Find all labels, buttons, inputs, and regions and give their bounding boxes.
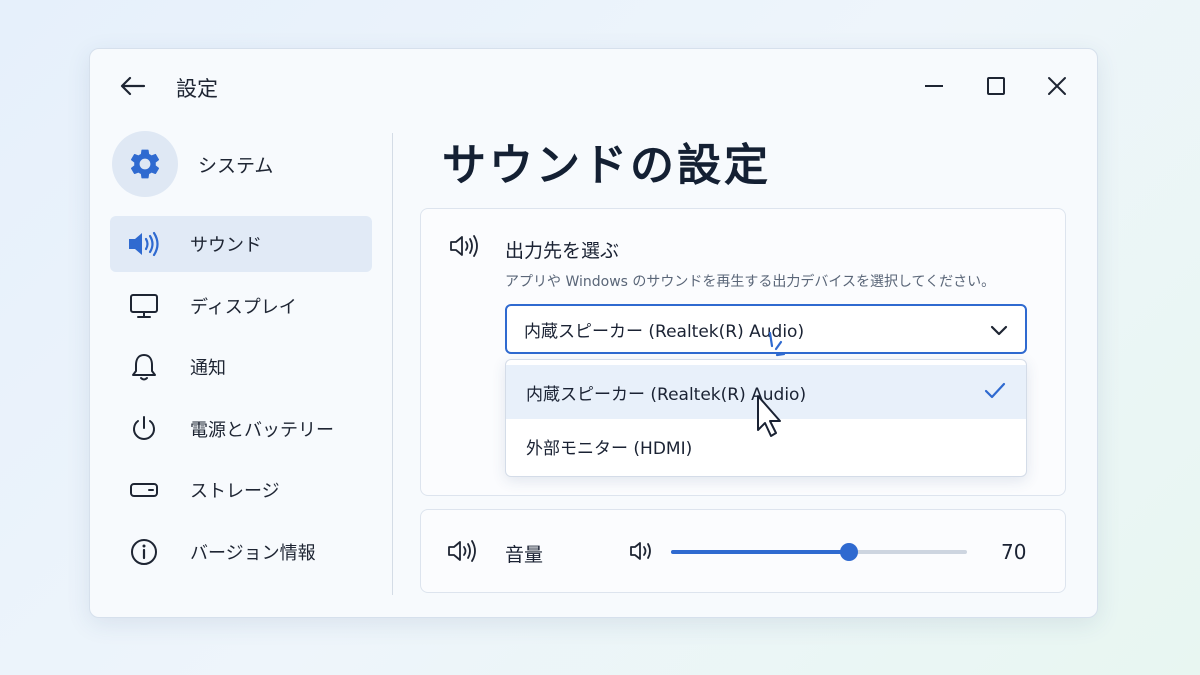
volume-label: 音量 xyxy=(505,544,544,566)
output-description: アプリや Windows のサウンドを再生する出力デバイスを選択してください。 xyxy=(505,274,996,290)
sidebar-item-label: 電源とバッテリー xyxy=(190,419,334,441)
chevron-down-icon xyxy=(990,325,1008,336)
maximize-button[interactable] xyxy=(979,69,1013,103)
gear-icon xyxy=(130,149,160,179)
sidebar-item-label: バージョン情報 xyxy=(190,542,316,564)
speaker-outline-icon xyxy=(450,235,478,257)
back-button[interactable] xyxy=(118,71,148,101)
sidebar-item-power[interactable]: 電源とバッテリー xyxy=(110,401,372,457)
storage-icon xyxy=(130,483,158,498)
sidebar-item-sound[interactable]: サウンド xyxy=(110,216,372,272)
sidebar-item-about[interactable]: バージョン情報 xyxy=(110,524,372,580)
sidebar-nav: サウンド ディスプレイ 通知 電源とバッテリー ストレージ バージョン情報 xyxy=(110,216,372,586)
volume-slider-fill xyxy=(671,550,849,554)
close-button[interactable] xyxy=(1040,69,1074,103)
volume-value: 70 xyxy=(1001,540,1027,564)
window-title: 設定 xyxy=(176,77,218,101)
sidebar-item-label: ディスプレイ xyxy=(190,296,297,318)
close-icon xyxy=(1048,77,1066,95)
output-device-card: 出力先を選ぶ アプリや Windows のサウンドを再生する出力デバイスを選択し… xyxy=(420,208,1066,496)
minimize-icon xyxy=(925,85,943,87)
sidebar-item-label: 通知 xyxy=(190,358,226,380)
checkmark-icon xyxy=(984,382,1006,399)
option-label: 外部モニター (HDMI) xyxy=(526,438,693,459)
volume-slider-thumb[interactable] xyxy=(839,543,858,561)
output-title: 出力先を選ぶ xyxy=(505,240,620,262)
sidebar-item-label: サウンド xyxy=(190,235,262,256)
volume-slider[interactable] xyxy=(671,543,967,561)
arrow-left-icon xyxy=(120,76,146,96)
profile-header: システム xyxy=(112,131,273,197)
profile-label: システム xyxy=(198,154,274,177)
speaker-outline-icon xyxy=(448,540,476,562)
speaker-icon xyxy=(129,231,159,257)
monitor-icon xyxy=(130,293,158,318)
minimize-button[interactable] xyxy=(917,69,951,103)
sidebar-item-display[interactable]: ディスプレイ xyxy=(110,278,372,334)
volume-low-icon xyxy=(630,542,651,560)
sidebar-item-storage[interactable]: ストレージ xyxy=(110,462,372,518)
info-icon xyxy=(131,538,157,565)
settings-window: 設定 システム サウンド ディスプレイ 通知 電源とバッテリー ストレージ バー… xyxy=(89,48,1098,618)
bell-icon xyxy=(132,354,156,381)
power-icon xyxy=(133,415,155,440)
volume-card: 音量 70 xyxy=(420,509,1066,593)
sidebar-item-label: ストレージ xyxy=(190,481,280,503)
mouse-cursor-icon xyxy=(757,331,786,437)
page-title: サウンドの設定 xyxy=(442,140,771,191)
maximize-icon xyxy=(987,77,1005,95)
sidebar-divider xyxy=(392,133,393,595)
avatar xyxy=(112,131,178,197)
sidebar-item-notifications[interactable]: 通知 xyxy=(110,339,372,395)
